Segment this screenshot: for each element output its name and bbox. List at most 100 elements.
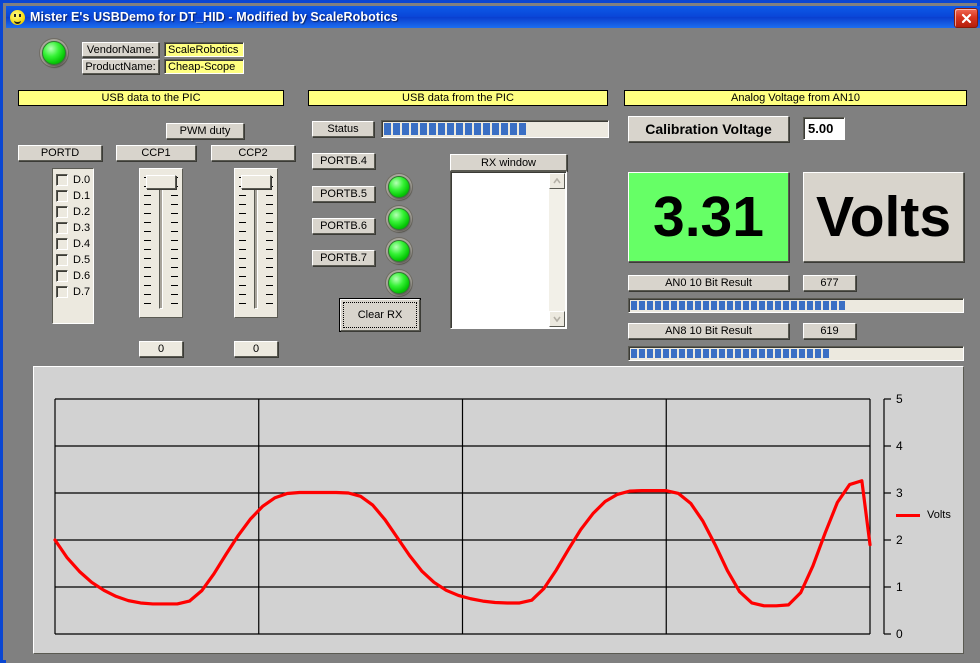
ccp2-label: CCP2 [211, 145, 295, 161]
progress-segment [679, 301, 685, 310]
portd-bit-7[interactable]: D.7 [56, 284, 93, 300]
portd-bit-4-label: D.4 [73, 238, 90, 250]
portd-bit-7-label: D.7 [73, 286, 90, 298]
calibration-voltage-input[interactable]: 5.00 [803, 117, 845, 140]
progress-segment [483, 123, 490, 135]
portb5-led [388, 208, 410, 230]
portd-bit-4[interactable]: D.4 [56, 236, 93, 252]
progress-segment [384, 123, 391, 135]
pwm-duty-label: PWM duty [166, 123, 244, 139]
vendor-name-label: VendorName: [82, 42, 159, 57]
portd-bit-6[interactable]: D.6 [56, 268, 93, 284]
client-area: VendorName: ScaleRobotics ProductName: C… [6, 28, 980, 663]
chart-y-tick-label: 2 [896, 533, 903, 547]
ccp1-slider-thumb[interactable] [146, 175, 176, 189]
calibration-voltage-label: Calibration Voltage [628, 116, 789, 142]
an0-result-label: AN0 10 Bit Result [628, 275, 789, 291]
portb5-label: PORTB.5 [312, 186, 375, 202]
portb7-label: PORTB.7 [312, 250, 375, 266]
progress-segment [438, 123, 445, 135]
rx-window-scrollbar[interactable] [549, 173, 565, 327]
legend-swatch-volts [896, 514, 920, 517]
portd-bit-2[interactable]: D.2 [56, 204, 93, 220]
progress-segment [775, 301, 781, 310]
ccp2-slider-thumb[interactable] [241, 175, 271, 189]
window-title: Mister E's USBDemo for DT_HID - Modified… [30, 10, 398, 24]
progress-segment [679, 349, 685, 358]
checkbox-d4[interactable] [56, 238, 68, 250]
chart-y-tick-label: 5 [896, 392, 903, 406]
ccp1-groove [159, 183, 163, 309]
progress-segment [671, 349, 677, 358]
progress-segment [631, 301, 637, 310]
progress-segment [727, 301, 733, 310]
ccp1-slider[interactable] [139, 168, 183, 318]
chart-legend: Volts [896, 509, 951, 521]
portd-bit-3[interactable]: D.3 [56, 220, 93, 236]
scroll-down-button[interactable] [549, 311, 565, 327]
progress-segment [631, 349, 637, 358]
product-name-label: ProductName: [82, 59, 159, 74]
voltage-chart-panel: 012345 Volts [33, 366, 964, 654]
portd-bit-0[interactable]: D.0 [56, 172, 93, 188]
portd-bit-2-label: D.2 [73, 206, 90, 218]
progress-segment [420, 123, 427, 135]
checkbox-d2[interactable] [56, 206, 68, 218]
progress-segment [807, 301, 813, 310]
chevron-down-icon [553, 316, 561, 322]
ccp1-ticks-left [144, 177, 151, 311]
progress-segment [759, 301, 765, 310]
checkbox-d1[interactable] [56, 190, 68, 202]
progress-segment [807, 349, 813, 358]
clear-rx-button[interactable]: Clear RX [340, 299, 420, 331]
progress-segment [743, 349, 749, 358]
progress-segment [791, 349, 797, 358]
progress-segment [429, 123, 436, 135]
focus-rectangle [343, 302, 417, 328]
checkbox-d0[interactable] [56, 174, 68, 186]
chart-y-tick-label: 1 [896, 580, 903, 594]
scroll-up-button[interactable] [549, 173, 565, 189]
progress-segment [719, 301, 725, 310]
progress-segment [655, 301, 661, 310]
analog-panel-header: Analog Voltage from AN10 [624, 90, 967, 106]
ccp1-label: CCP1 [116, 145, 196, 161]
chart-y-tick-label: 0 [896, 627, 903, 641]
tx-panel-header: USB data to the PIC [18, 90, 284, 106]
progress-segment [823, 301, 829, 310]
progress-segment [393, 123, 400, 135]
rx-window-label: RX window [450, 154, 567, 171]
portd-bit-1-label: D.1 [73, 190, 90, 202]
progress-segment [719, 349, 725, 358]
portb4-led [388, 176, 410, 198]
connection-led [42, 41, 66, 65]
status-progress-bar [381, 120, 609, 138]
close-button[interactable] [954, 8, 978, 28]
checkbox-d3[interactable] [56, 222, 68, 234]
ccp2-slider[interactable] [234, 168, 278, 318]
checkbox-d5[interactable] [56, 254, 68, 266]
checkbox-d6[interactable] [56, 270, 68, 282]
portd-bit-6-label: D.6 [73, 270, 90, 282]
progress-segment [839, 301, 845, 310]
portd-bit-1[interactable]: D.1 [56, 188, 93, 204]
portd-bit-5[interactable]: D.5 [56, 252, 93, 268]
progress-segment [655, 349, 661, 358]
progress-segment [751, 301, 757, 310]
ccp2-groove [254, 183, 258, 309]
chart-y-tick-label: 4 [896, 439, 903, 453]
voltage-value: 3.31 [653, 189, 764, 246]
progress-segment [663, 301, 669, 310]
progress-segment [783, 349, 789, 358]
progress-segment [751, 349, 757, 358]
portd-bit-5-label: D.5 [73, 254, 90, 266]
progress-segment [687, 349, 693, 358]
rx-window-textarea[interactable] [450, 171, 567, 329]
close-icon [961, 13, 972, 24]
progress-segment [510, 123, 517, 135]
progress-segment [492, 123, 499, 135]
checkbox-d7[interactable] [56, 286, 68, 298]
progress-segment [759, 349, 765, 358]
progress-segment [663, 349, 669, 358]
voltage-units-box: Volts [803, 172, 964, 262]
